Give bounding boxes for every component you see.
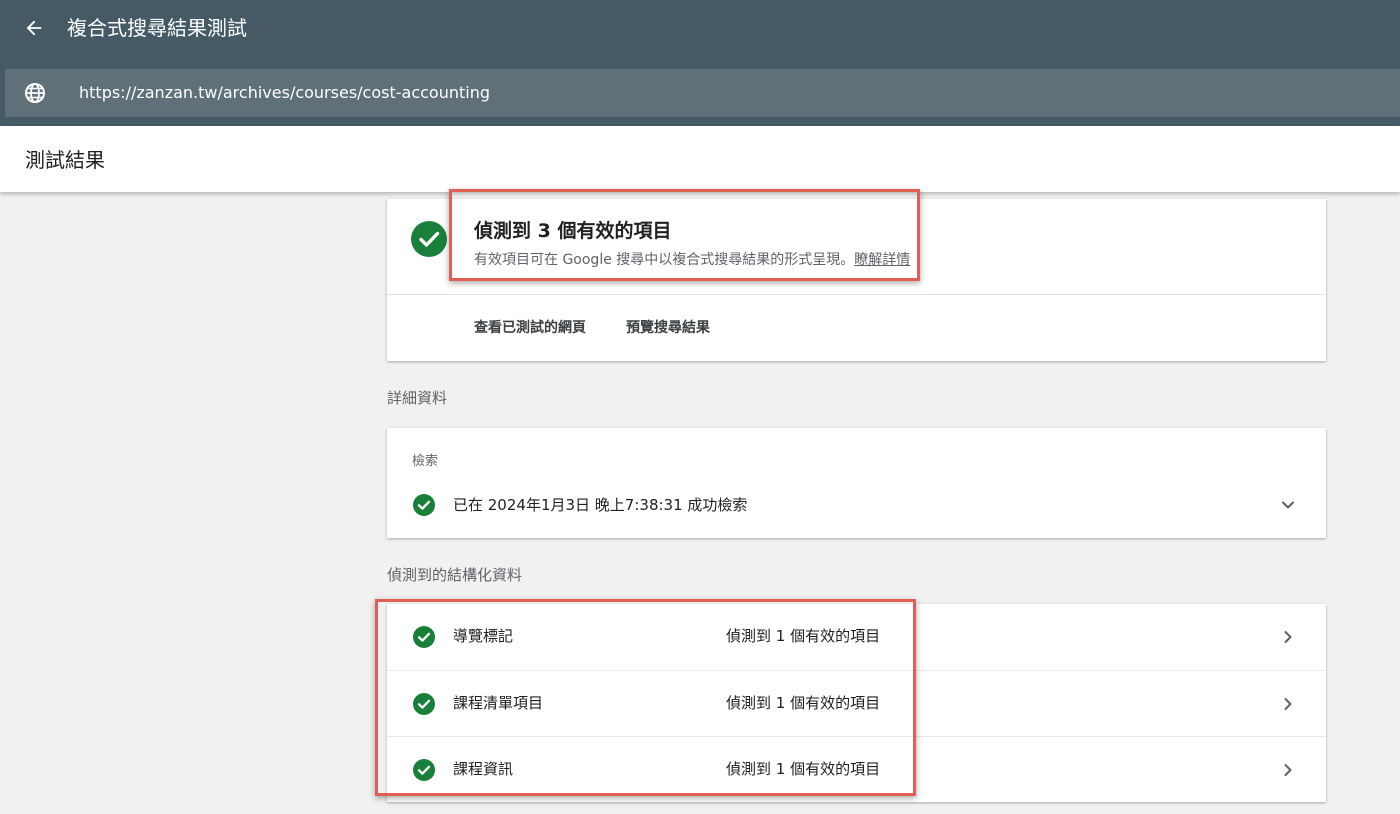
details-section-label: 詳細資料: [387, 389, 448, 407]
structured-data-card: 導覽標記 偵測到 1 個有效的項目 課程清單項目 偵測到 1 個有效的項目 課程…: [387, 604, 1326, 802]
structured-item-status: 偵測到 1 個有效的項目: [726, 627, 881, 645]
crawl-heading: 檢索: [412, 454, 439, 469]
structured-item-row[interactable]: 課程資訊 偵測到 1 個有效的項目: [387, 736, 1326, 802]
summary-card: 偵測到 3 個有效的項目 有效項目可在 Google 搜尋中以複合式搜尋結果的形…: [387, 199, 1326, 361]
crawl-card: 檢索 已在 2024年1月3日 晚上7:38:31 成功檢索: [387, 428, 1326, 538]
preview-results-button[interactable]: 預覽搜尋結果: [626, 317, 710, 339]
page-title: 測試結果: [25, 148, 105, 172]
arrow-back-icon: [26, 20, 42, 36]
check-circle-icon: [413, 759, 435, 781]
valid-items-description: 有效項目可在 Google 搜尋中以複合式搜尋結果的形式呈現。瞭解詳情: [474, 250, 910, 270]
structured-item-row[interactable]: 導覽標記 偵測到 1 個有效的項目: [387, 604, 1326, 670]
check-circle-icon: [413, 626, 435, 648]
structured-item-status: 偵測到 1 個有效的項目: [726, 760, 881, 778]
divider: [387, 294, 1326, 295]
structured-data-section-label: 偵測到的結構化資料: [387, 566, 523, 584]
app-title: 複合式搜尋結果測試: [67, 16, 247, 40]
chevron-right-icon[interactable]: [1278, 627, 1298, 647]
structured-item-name: 課程資訊: [453, 760, 514, 778]
check-circle-icon: [413, 494, 435, 516]
structured-item-name: 課程清單項目: [453, 694, 544, 712]
structured-item-name: 導覽標記: [453, 627, 514, 645]
results-header: 測試結果: [0, 126, 1400, 192]
check-circle-icon: [411, 221, 447, 257]
chevron-right-icon[interactable]: [1278, 694, 1298, 714]
app-bar: 複合式搜尋結果測試 https://zanzan.tw/archives/cou…: [0, 0, 1400, 126]
back-button[interactable]: [18, 12, 50, 44]
globe-icon: [25, 83, 45, 103]
structured-item-status: 偵測到 1 個有效的項目: [726, 694, 881, 712]
check-circle-icon: [413, 693, 435, 715]
structured-item-row[interactable]: 課程清單項目 偵測到 1 個有效的項目: [387, 670, 1326, 736]
tested-url[interactable]: https://zanzan.tw/archives/courses/cost-…: [79, 82, 490, 104]
chevron-right-icon[interactable]: [1278, 760, 1298, 780]
crawl-status-row[interactable]: 已在 2024年1月3日 晚上7:38:31 成功檢索: [387, 485, 1326, 525]
crawl-status-text: 已在 2024年1月3日 晚上7:38:31 成功檢索: [453, 496, 748, 514]
valid-items-title: 偵測到 3 個有效的項目: [474, 220, 672, 242]
view-tested-page-button[interactable]: 查看已測試的網頁: [474, 317, 586, 339]
chevron-down-icon[interactable]: [1278, 495, 1298, 515]
url-bar[interactable]: https://zanzan.tw/archives/courses/cost-…: [5, 69, 1400, 117]
description-text: 有效項目可在 Google 搜尋中以複合式搜尋結果的形式呈現。: [474, 252, 855, 268]
learn-more-link[interactable]: 瞭解詳情: [854, 252, 910, 268]
